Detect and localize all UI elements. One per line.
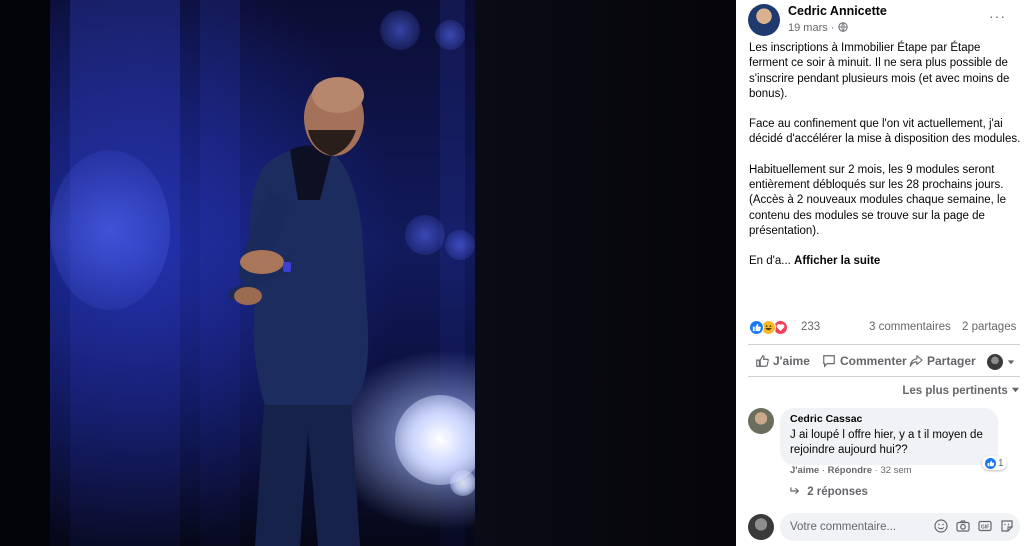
emoji-icon[interactable] <box>934 519 948 533</box>
post-paragraph: Les inscriptions à Immobilier Étape par … <box>749 42 1010 100</box>
see-more-link[interactable]: Afficher la suite <box>794 255 880 267</box>
shares-count[interactable]: 2 partages <box>962 321 1016 333</box>
thumbs-up-icon <box>756 355 769 367</box>
commenter-avatar[interactable] <box>748 408 774 434</box>
truncated-text: En d'a... <box>749 255 795 268</box>
share-button[interactable]: Partager <box>909 354 976 368</box>
my-avatar[interactable] <box>748 514 774 540</box>
post-panel: Cedric Annicette 19 mars · ··· Les inscr… <box>736 0 1024 546</box>
sticker-icon[interactable] <box>1000 519 1014 533</box>
comment-bubble: Cedric Cassac J ai loupé l offre hier, y… <box>780 408 998 465</box>
comment-sort-dropdown[interactable]: Les plus pertinents <box>902 385 1020 397</box>
comments-count[interactable]: 3 commentaires <box>869 321 951 333</box>
caret-down-icon <box>1011 387 1020 393</box>
camera-icon[interactable] <box>956 519 970 533</box>
post-actions: J'aime Commenter Partager <box>749 352 1021 372</box>
divider <box>748 376 1020 377</box>
post-stats: 233 3 commentaires 2 partages <box>749 320 1021 336</box>
like-label: J'aime <box>773 354 810 368</box>
reply-arrow-icon <box>790 487 800 495</box>
reaction-icons[interactable] <box>749 320 795 336</box>
divider <box>748 344 1020 345</box>
post-header: Cedric Annicette 19 mars · ··· <box>748 4 1018 38</box>
post-date-text[interactable]: 19 mars · <box>788 22 838 34</box>
post-paragraph: Face au confinement que l'on vit actuell… <box>749 118 1021 146</box>
post-paragraph-truncated: En d'a... Afficher la suite <box>749 254 1021 269</box>
globe-icon <box>837 22 848 32</box>
comment-reply-link[interactable]: Répondre <box>828 465 872 476</box>
audience-selector[interactable] <box>987 354 1015 370</box>
view-replies-link[interactable]: 2 réponses <box>790 486 868 498</box>
viewer-background <box>475 0 736 546</box>
speaker-figure <box>228 77 369 546</box>
photo-viewer[interactable] <box>0 0 736 546</box>
comment-reaction-badge[interactable]: 1 <box>982 456 1007 470</box>
reaction-count[interactable]: 233 <box>801 321 820 333</box>
like-icon <box>985 457 996 469</box>
comment-composer: GIF <box>748 513 1020 541</box>
svg-text:GIF: GIF <box>981 524 989 530</box>
author-name[interactable]: Cedric Annicette <box>788 4 887 18</box>
comment-time[interactable]: · 32 sem <box>872 465 912 476</box>
comment-like-link[interactable]: J'aime <box>790 465 819 476</box>
caret-down-icon <box>1007 360 1015 365</box>
author-avatar[interactable] <box>748 4 780 36</box>
comment-label: Commenter <box>840 354 907 368</box>
comment-text: J ai loupé l offre hier, y a t il moyen … <box>790 429 983 456</box>
comment-icon <box>823 355 835 368</box>
comment-button[interactable]: Commenter <box>822 354 907 368</box>
post-date[interactable]: 19 mars · <box>788 22 848 34</box>
like-button[interactable]: J'aime <box>755 354 810 368</box>
profile-avatar-small <box>987 354 1003 370</box>
composer-icons: GIF <box>934 519 1014 533</box>
like-icon <box>749 320 764 335</box>
more-options-button[interactable]: ··· <box>989 8 1006 24</box>
comment-meta: J'aime · Répondre · 32 sem <box>790 465 912 476</box>
replies-label: 2 réponses <box>807 486 868 498</box>
post-text: Les inscriptions à Immobilier Étape par … <box>749 41 1021 285</box>
share-label: Partager <box>927 354 976 368</box>
comment-like-count: 1 <box>998 457 1004 469</box>
commenter-name[interactable]: Cedric Cassac <box>790 413 988 425</box>
gif-icon[interactable]: GIF <box>978 519 992 533</box>
post-paragraph: Habituellement sur 2 mois, les 9 modules… <box>749 163 1006 237</box>
share-icon <box>909 355 923 367</box>
post-photo[interactable] <box>50 0 475 546</box>
sort-label: Les plus pertinents <box>902 385 1008 397</box>
